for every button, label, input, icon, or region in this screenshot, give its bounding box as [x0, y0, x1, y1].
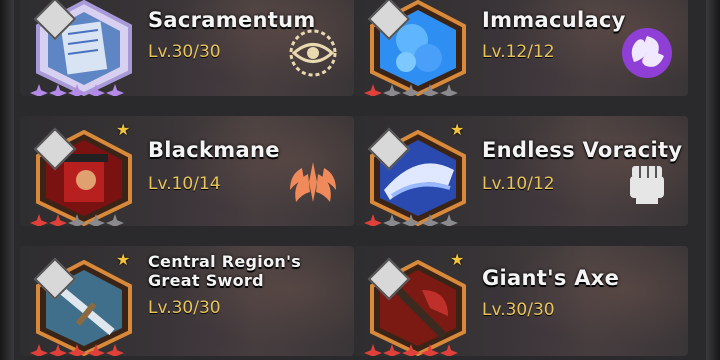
item-name-line-1: Central Region's [148, 252, 302, 271]
equipment-card-sacramentum[interactable]: Sacramentum Lv.30/30 [20, 0, 354, 96]
item-level: Lv.30/30 [148, 42, 221, 62]
item-name: Blackmane [148, 138, 280, 162]
item-frame [367, 257, 468, 356]
flame-wings-icon [290, 162, 336, 202]
equipment-card-central-region-great-sword[interactable]: ★ Central Region's Great Sword Lv.30/30 [20, 246, 354, 356]
fist-icon [630, 166, 664, 204]
equipment-card-blackmane[interactable]: ★ Blackmane Lv.10/14 [20, 116, 354, 226]
item-level: Lv.30/30 [482, 300, 555, 320]
item-level: Lv.30/30 [148, 298, 221, 318]
spiral-orb-icon [622, 28, 672, 78]
star-rating [364, 84, 474, 96]
eye-sigil-icon [289, 29, 337, 77]
item-name-line-2: Great Sword [148, 271, 264, 290]
equipment-card-endless-voracity[interactable]: ★ Endless Voracity Lv.10/12 [354, 116, 688, 226]
upgrade-star-icon: ★ [450, 250, 465, 269]
item-frame [33, 127, 134, 226]
item-level: Lv.10/12 [482, 174, 555, 194]
item-level: Lv.10/14 [148, 174, 221, 194]
star-rating [364, 344, 474, 356]
left-frame [0, 0, 14, 360]
star-rating [30, 214, 140, 226]
equipment-card-immaculacy[interactable]: Immaculacy Lv.12/12 [354, 0, 688, 96]
item-name: Giant's Axe [482, 266, 620, 290]
right-frame [706, 0, 720, 360]
item-frame [33, 0, 134, 96]
upgrade-star-icon: ★ [116, 120, 131, 139]
star-rating [30, 84, 140, 96]
star-rating [30, 344, 140, 356]
equipment-card-giants-axe[interactable]: ★ Giant's Axe Lv.30/30 [354, 246, 688, 356]
equipment-list-panel: Sacramentum Lv.30/30 Immaculacy Lv.12/12 [0, 0, 720, 360]
item-frame [367, 0, 468, 96]
upgrade-star-icon: ★ [450, 120, 465, 139]
item-frame [367, 127, 468, 226]
item-name: Immaculacy [482, 8, 626, 32]
upgrade-star-icon: ★ [116, 250, 131, 269]
item-level: Lv.12/12 [482, 42, 555, 62]
item-name: Central Region's Great Sword [148, 252, 301, 290]
star-rating [364, 214, 474, 226]
item-frame [33, 257, 134, 356]
